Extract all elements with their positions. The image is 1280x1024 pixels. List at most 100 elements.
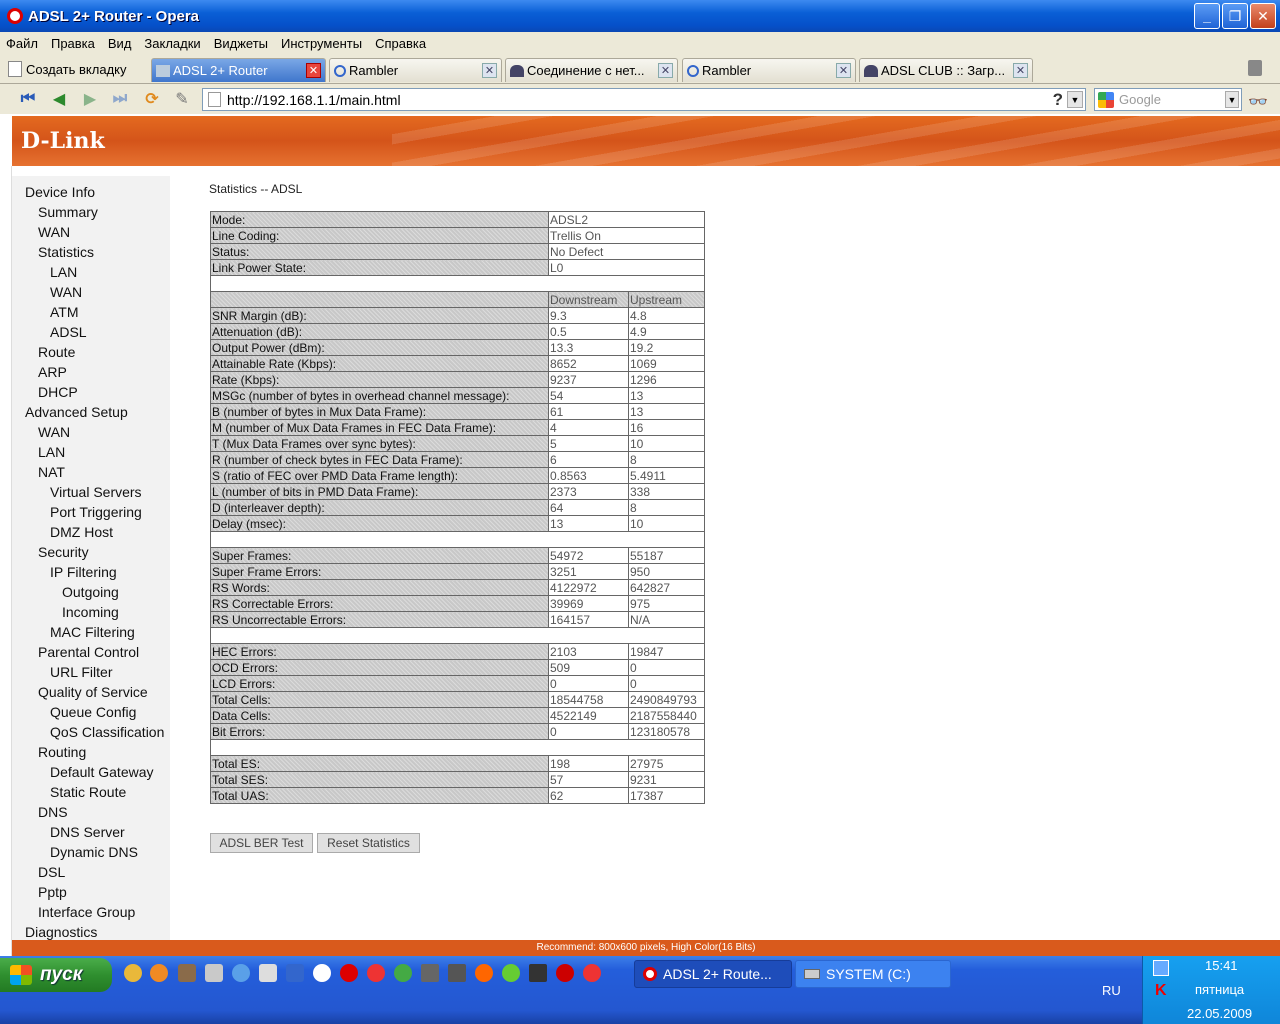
language-indicator[interactable]: RU — [1102, 983, 1121, 998]
start-button[interactable]: пуск — [0, 958, 112, 992]
sidebar-item[interactable]: Parental Control — [38, 644, 139, 660]
help-icon[interactable]: ? — [1053, 90, 1063, 110]
sidebar-item[interactable]: ARP — [38, 364, 67, 380]
close-tab-icon[interactable]: ✕ — [836, 63, 851, 78]
app-icon[interactable] — [394, 964, 412, 982]
tab-adsl-router[interactable]: ADSL 2+ Router ✕ — [151, 58, 326, 82]
app-icon[interactable] — [529, 964, 547, 982]
sidebar-item[interactable]: LAN — [38, 444, 65, 460]
sidebar-item[interactable]: DNS — [38, 804, 68, 820]
app-icon[interactable] — [178, 964, 196, 982]
sidebar-item[interactable]: DMZ Host — [50, 524, 113, 540]
clock-time[interactable]: 15:41 — [1205, 958, 1238, 973]
table-row: RS Uncorrectable Errors: 164157 N/A — [210, 611, 705, 628]
menu-help[interactable]: Справка — [375, 36, 426, 51]
tab-rambler-1[interactable]: Rambler ✕ — [329, 58, 502, 82]
network-icon[interactable] — [1153, 960, 1169, 976]
app-icon[interactable] — [205, 964, 223, 982]
search-input[interactable]: Google ▼ — [1094, 88, 1242, 111]
menu-bookmarks[interactable]: Закладки — [144, 36, 200, 51]
rewind-icon[interactable]: ⏮ — [18, 90, 38, 108]
close-tab-icon[interactable]: ✕ — [482, 63, 497, 78]
sidebar-item[interactable]: Quality of Service — [38, 684, 148, 700]
sidebar-item[interactable]: ATM — [50, 304, 79, 320]
sidebar-item[interactable]: Default Gateway — [50, 764, 154, 780]
new-tab-button[interactable]: Создать вкладку — [8, 58, 127, 80]
icq-icon[interactable] — [150, 964, 168, 982]
app-icon[interactable] — [448, 964, 466, 982]
sidebar-item[interactable]: Routing — [38, 744, 86, 760]
sidebar-item[interactable]: QoS Classification — [50, 724, 164, 740]
sidebar-item[interactable]: IP Filtering — [50, 564, 117, 580]
tab-rambler-2[interactable]: Rambler ✕ — [682, 58, 856, 82]
sidebar-item[interactable]: DHCP — [38, 384, 78, 400]
address-field[interactable]: http://192.168.1.1/main.html ? ▼ — [202, 88, 1086, 111]
menu-widgets[interactable]: Виджеты — [214, 36, 268, 51]
app-icon[interactable] — [259, 964, 277, 982]
sidebar-item[interactable]: WAN — [50, 284, 82, 300]
close-tab-icon[interactable]: ✕ — [658, 63, 673, 78]
menu-file[interactable]: Файл — [6, 36, 38, 51]
opera-icon[interactable] — [340, 964, 358, 982]
sidebar-item[interactable]: NAT — [38, 464, 65, 480]
close-window-button[interactable]: ✕ — [1250, 3, 1276, 29]
taskbar-item-opera[interactable]: ADSL 2+ Route... — [634, 960, 792, 988]
sidebar-item[interactable]: DSL — [38, 864, 65, 880]
maximize-button[interactable]: ❐ — [1222, 3, 1248, 29]
app-icon[interactable] — [286, 964, 304, 982]
sidebar-item[interactable]: LAN — [50, 264, 77, 280]
forward-icon[interactable]: ▶ — [80, 90, 100, 108]
adsl-ber-test-button[interactable]: ADSL BER Test — [210, 833, 313, 853]
tab-adsl-club[interactable]: ADSL CLUB :: Загр... ✕ — [859, 58, 1033, 82]
kaspersky-icon[interactable]: K — [1155, 982, 1167, 1000]
trash-icon[interactable] — [1248, 60, 1262, 76]
chevron-down-icon[interactable]: ▼ — [1067, 91, 1083, 108]
sidebar-item[interactable]: Queue Config — [50, 704, 136, 720]
reset-statistics-button[interactable]: Reset Statistics — [317, 833, 420, 853]
menu-tools[interactable]: Инструменты — [281, 36, 362, 51]
sidebar-item[interactable]: Route — [38, 344, 75, 360]
minimize-button[interactable]: _ — [1194, 3, 1220, 29]
sidebar-item[interactable]: Security — [38, 544, 89, 560]
sidebar-item[interactable]: Diagnostics — [25, 924, 97, 940]
icq-icon[interactable] — [502, 964, 520, 982]
back-icon[interactable]: ◀ — [49, 90, 69, 108]
sidebar-item[interactable]: Dynamic DNS — [50, 844, 138, 860]
app-icon[interactable] — [232, 964, 250, 982]
app-icon[interactable] — [367, 964, 385, 982]
sidebar-item[interactable]: MAC Filtering — [50, 624, 135, 640]
sidebar-item[interactable]: URL Filter — [50, 664, 113, 680]
sidebar-item[interactable]: Incoming — [62, 604, 119, 620]
app-icon[interactable] — [421, 964, 439, 982]
app-icon[interactable] — [556, 964, 574, 982]
sidebar-item[interactable]: Advanced Setup — [25, 404, 128, 420]
edit-icon[interactable]: ✎ — [172, 90, 192, 108]
sidebar-item[interactable]: Summary — [38, 204, 98, 220]
sidebar-item[interactable]: Device Info — [25, 184, 95, 200]
sidebar-item[interactable]: Static Route — [50, 784, 126, 800]
sidebar-item[interactable]: Port Triggering — [50, 504, 142, 520]
fast-forward-icon[interactable]: ⏭ — [110, 90, 130, 108]
sidebar-item[interactable]: ADSL — [50, 324, 87, 340]
sidebar-item[interactable]: DNS Server — [50, 824, 125, 840]
sidebar-item[interactable]: WAN — [38, 424, 70, 440]
close-tab-icon[interactable]: ✕ — [306, 63, 321, 78]
close-tab-icon[interactable]: ✕ — [1013, 63, 1028, 78]
sidebar-item[interactable]: Outgoing — [62, 584, 119, 600]
firefox-icon[interactable] — [475, 964, 493, 982]
menu-view[interactable]: Вид — [108, 36, 132, 51]
media-player-icon[interactable] — [313, 964, 331, 982]
chevron-down-icon[interactable]: ▼ — [1225, 91, 1239, 108]
sidebar-item[interactable]: WAN — [38, 224, 70, 240]
app-icon[interactable] — [583, 964, 601, 982]
reload-icon[interactable]: ⟳ — [142, 90, 162, 108]
taskbar-item-system[interactable]: SYSTEM (C:) — [795, 960, 951, 988]
chrome-icon[interactable] — [124, 964, 142, 982]
sidebar-item[interactable]: Statistics — [38, 244, 94, 260]
menu-edit[interactable]: Правка — [51, 36, 95, 51]
sidebar-item[interactable]: Virtual Servers — [50, 484, 142, 500]
tab-connection[interactable]: Соединение с нет... ✕ — [505, 58, 678, 82]
glasses-icon[interactable]: 👓 — [1248, 92, 1268, 112]
sidebar-item[interactable]: Pptp — [38, 884, 67, 900]
sidebar-item[interactable]: Interface Group — [38, 904, 135, 920]
